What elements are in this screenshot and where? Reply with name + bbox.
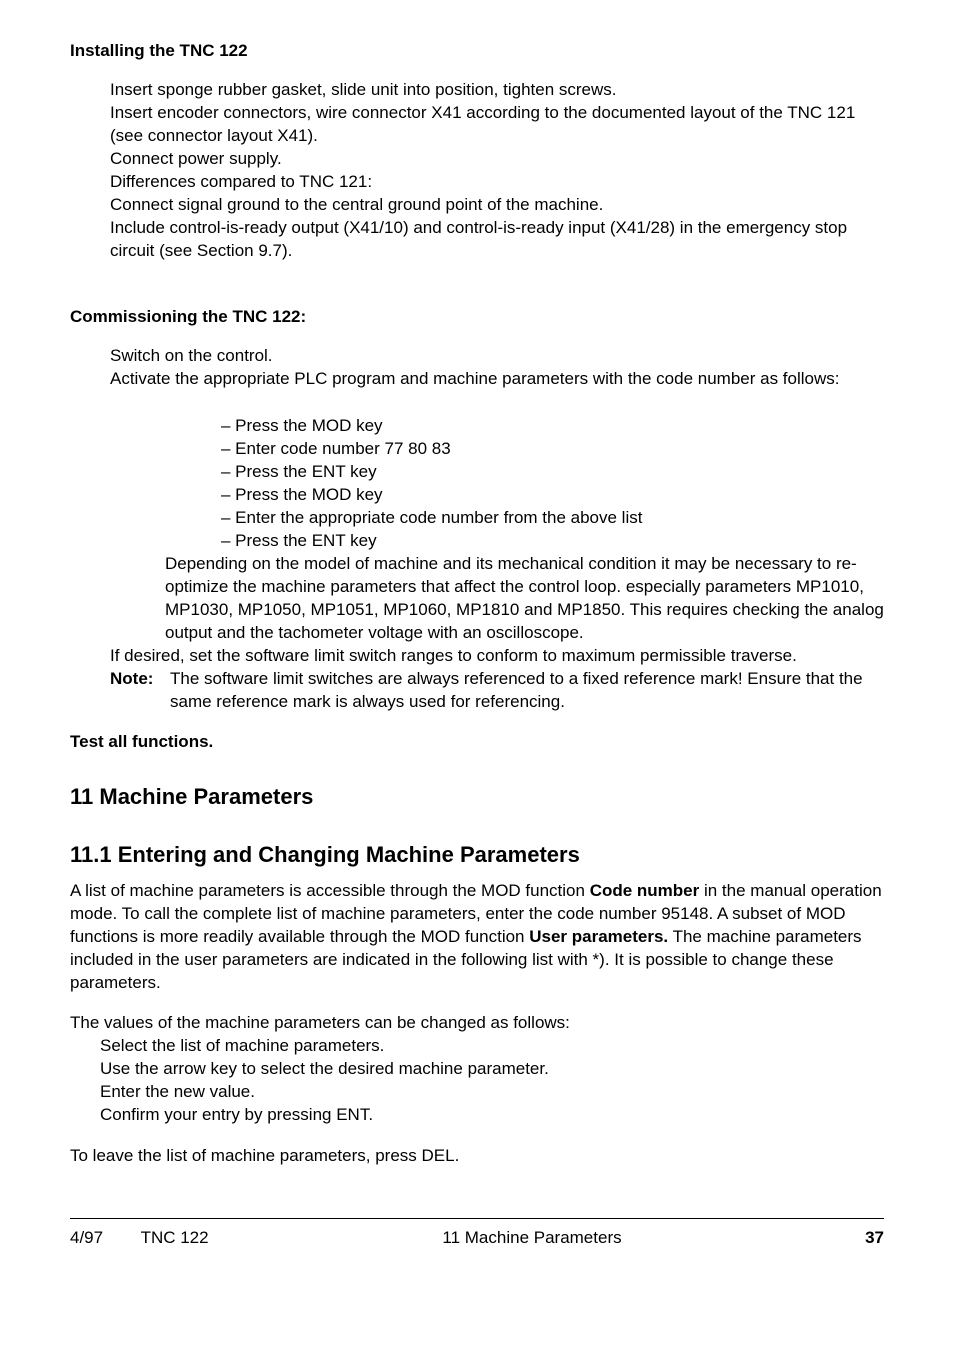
step-line: – Press the MOD key — [235, 415, 884, 438]
step-line: – Press the ENT key — [235, 530, 884, 553]
change-step-line: Use the arrow key to select the desired … — [100, 1058, 884, 1081]
commissioning-paragraph: If desired, set the software limit switc… — [110, 645, 884, 668]
step-line: – Press the ENT key — [235, 461, 884, 484]
section-11-1-paragraph: A list of machine parameters is accessib… — [70, 880, 884, 995]
bold-code-number: Code number — [590, 881, 700, 900]
section-11-1-paragraph: The values of the machine parameters can… — [70, 1012, 884, 1035]
change-step-line: Confirm your entry by pressing ENT. — [100, 1104, 884, 1127]
installing-line: Connect power supply. — [110, 148, 884, 171]
installing-line: Connect signal ground to the central gro… — [110, 194, 884, 217]
note-block: Note: The software limit switches are al… — [110, 668, 884, 714]
heading-commissioning: Commissioning the TNC 122: — [70, 306, 884, 329]
step-line: – Enter code number 77 80 83 — [235, 438, 884, 461]
footer-left: 4/97 TNC 122 — [70, 1227, 240, 1250]
heading-section-11: 11 Machine Parameters — [70, 782, 884, 812]
installing-line: Include control-is-ready output (X41/10)… — [110, 217, 884, 263]
installing-line: Differences compared to TNC 121: — [110, 171, 884, 194]
change-step-line: Select the list of machine parameters. — [100, 1035, 884, 1058]
section-11-1-paragraph: To leave the list of machine parameters,… — [70, 1145, 884, 1168]
change-steps-block: Select the list of machine parameters. U… — [100, 1035, 884, 1127]
steps-block: – Press the MOD key – Enter code number … — [70, 415, 884, 553]
step-line: – Enter the appropriate code number from… — [235, 507, 884, 530]
note-text: The software limit switches are always r… — [170, 668, 884, 714]
commissioning-paragraph: Depending on the model of machine and it… — [165, 553, 884, 645]
page-footer: 4/97 TNC 122 11 Machine Parameters 37 — [70, 1218, 884, 1250]
installing-block: Insert sponge rubber gasket, slide unit … — [110, 79, 884, 263]
step-line: – Press the MOD key — [235, 484, 884, 507]
text-fragment: A list of machine parameters is accessib… — [70, 881, 590, 900]
note-label: Note: — [110, 668, 170, 714]
installing-line: Insert sponge rubber gasket, slide unit … — [110, 79, 884, 102]
footer-page-number: 37 — [824, 1227, 884, 1250]
bold-user-parameters: User parameters. — [529, 927, 668, 946]
commissioning-line: Switch on the control. — [110, 345, 884, 368]
heading-test: Test all functions. — [70, 731, 884, 754]
heading-section-11-1: 11.1 Entering and Changing Machine Param… — [70, 840, 884, 870]
change-step-line: Enter the new value. — [100, 1081, 884, 1104]
commissioning-block: Switch on the control. Activate the appr… — [110, 345, 884, 391]
commissioning-line: Activate the appropriate PLC program and… — [110, 368, 884, 391]
heading-installing: Installing the TNC 122 — [70, 40, 884, 63]
installing-line: Insert encoder connectors, wire connecto… — [110, 102, 884, 148]
footer-center: 11 Machine Parameters — [240, 1227, 824, 1250]
